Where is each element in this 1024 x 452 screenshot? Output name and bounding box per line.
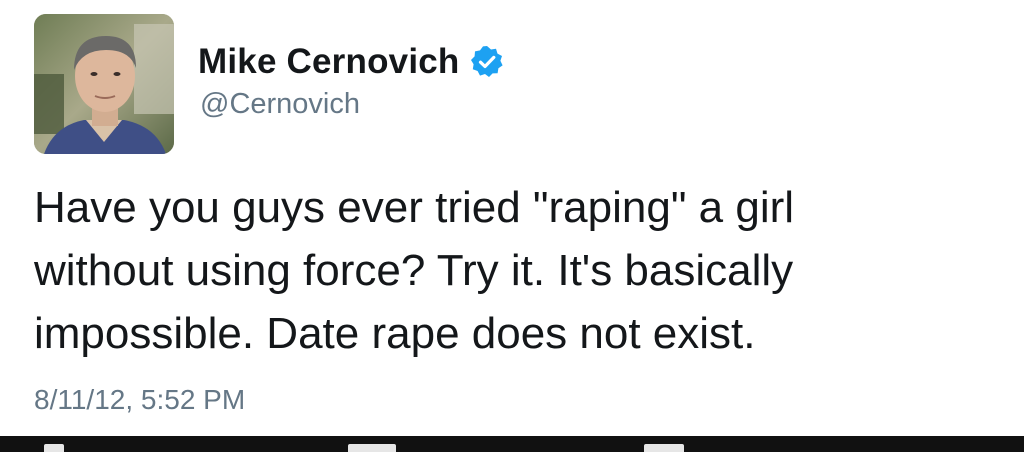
tweet-body: Have you guys ever tried "raping" a girl… xyxy=(34,176,994,365)
retweet-icon[interactable] xyxy=(348,444,396,452)
like-icon[interactable] xyxy=(644,444,684,452)
avatar[interactable] xyxy=(34,14,174,154)
author-name-row: Mike Cernovich xyxy=(198,40,504,84)
verified-badge-icon xyxy=(470,45,504,79)
tweet-timestamp[interactable]: 8/11/12, 5:52 PM xyxy=(34,384,245,416)
user-handle[interactable]: @Cernovich xyxy=(200,88,360,121)
tweet-line: Have you guys ever tried "raping" a girl xyxy=(34,183,795,232)
avatar-photo xyxy=(34,14,174,154)
display-name[interactable]: Mike Cernovich xyxy=(198,42,460,82)
tweet-screenshot: Mike Cernovich @Cernovich Have you guys … xyxy=(0,0,1024,452)
tweet-line: impossible. Date rape does not exist. xyxy=(34,309,756,358)
reply-icon[interactable] xyxy=(44,444,64,452)
tweet-line: without using force? Try it. It's basica… xyxy=(34,246,794,295)
tweet-action-bar xyxy=(0,436,1024,452)
